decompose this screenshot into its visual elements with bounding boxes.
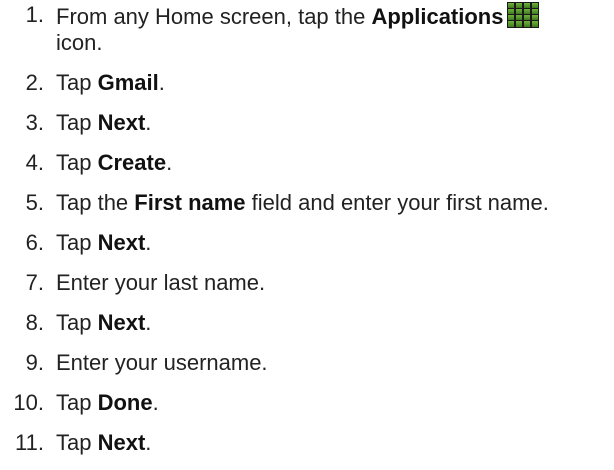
step-text-pre: Tap [56, 430, 98, 455]
step-number: 10. [13, 390, 44, 415]
step-text-pre: Tap [56, 310, 98, 335]
step-number: 1. [25, 2, 44, 27]
step-text-bold: Next [97, 110, 146, 135]
step-1: 1. From any Home screen, tap the Applica… [0, 2, 614, 56]
step-text: Tap Gmail. [56, 70, 165, 95]
step-text: Tap the First name field and enter your … [56, 190, 549, 215]
applications-grid-icon [507, 2, 540, 28]
step-text-post: . [166, 150, 173, 175]
step-text-line2: icon. [56, 30, 103, 55]
step-text-pre: Tap [56, 110, 98, 135]
step-text: Enter your last name. [56, 270, 266, 295]
step-text: Tap Next. [56, 110, 151, 135]
step-number: 2. [25, 70, 44, 95]
step-text-pre: Tap [56, 150, 98, 175]
step-text: From any Home screen, tap the Applicatio… [56, 2, 540, 55]
step-text: Tap Next. [56, 430, 151, 455]
step-text-pre: Tap [56, 230, 98, 255]
step-text: Tap Create. [56, 150, 172, 175]
step-text-bold: Create [97, 150, 167, 175]
step-10: 10. Tap Done. [0, 390, 614, 416]
step-8: 8. Tap Next. [0, 310, 614, 336]
step-text-post: . [145, 310, 152, 335]
step-9: 9. Enter your username. [0, 350, 614, 376]
step-number: 5. [25, 190, 44, 215]
step-text: Tap Next. [56, 230, 151, 255]
step-text-post: . [158, 70, 165, 95]
step-text-bold: Next [97, 230, 146, 255]
step-number: 8. [25, 310, 44, 335]
step-5: 5. Tap the First name field and enter yo… [0, 190, 614, 216]
instruction-steps: 1. From any Home screen, tap the Applica… [0, 2, 614, 470]
step-text-bold: Applications [371, 4, 504, 29]
step-text-bold: Done [97, 390, 153, 415]
step-2: 2. Tap Gmail. [0, 70, 614, 96]
step-text-post: . [145, 430, 152, 455]
step-7: 7. Enter your last name. [0, 270, 614, 296]
step-text: Tap Done. [56, 390, 159, 415]
step-text-post: . [145, 110, 152, 135]
step-4: 4. Tap Create. [0, 150, 614, 176]
step-text: Enter your username. [56, 350, 268, 375]
step-6: 6. Tap Next. [0, 230, 614, 256]
step-text-post: . [152, 390, 159, 415]
step-text-bold: Gmail [97, 70, 159, 95]
step-number: 9. [25, 350, 44, 375]
step-number: 7. [25, 270, 44, 295]
step-text-post: field and enter your first name. [245, 190, 549, 215]
step-number: 3. [25, 110, 44, 135]
step-number: 6. [25, 230, 44, 255]
step-number: 4. [25, 150, 44, 175]
step-11: 11. Tap Next. [0, 430, 614, 456]
step-text-pre: Tap [56, 70, 98, 95]
step-text-bold: First name [134, 190, 246, 215]
step-text-pre: Tap the [56, 190, 135, 215]
step-text: Tap Next. [56, 310, 151, 335]
step-text-post: . [145, 230, 152, 255]
step-text-pre: Tap [56, 390, 98, 415]
step-text-pre: From any Home screen, tap the [56, 4, 372, 29]
step-text-bold: Next [97, 310, 146, 335]
step-text-bold: Next [97, 430, 146, 455]
step-3: 3. Tap Next. [0, 110, 614, 136]
step-number: 11. [15, 430, 44, 455]
